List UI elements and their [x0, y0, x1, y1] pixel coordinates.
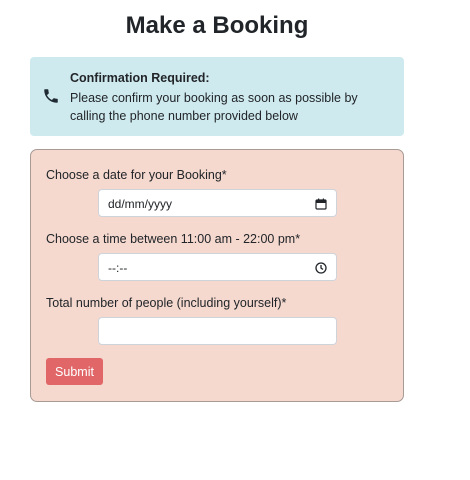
time-input[interactable]: --:--: [98, 253, 337, 281]
booking-form: Choose a date for your Booking* dd/mm/yy…: [30, 149, 404, 402]
date-placeholder: dd/mm/yyyy: [108, 197, 173, 211]
people-input[interactable]: [98, 317, 337, 345]
clock-icon[interactable]: [315, 261, 327, 274]
confirmation-alert: Confirmation Required: Please confirm yo…: [30, 57, 404, 136]
date-input[interactable]: dd/mm/yyyy: [98, 189, 337, 217]
submit-button[interactable]: Submit: [46, 358, 103, 385]
phone-icon: [42, 87, 60, 105]
page-title: Make a Booking: [125, 12, 309, 39]
alert-message: Please confirm your booking as soon as p…: [70, 91, 358, 123]
time-placeholder: --:--: [108, 261, 128, 275]
date-label: Choose a date for your Booking*: [46, 168, 227, 182]
alert-heading: Confirmation Required:: [70, 71, 210, 85]
calendar-icon[interactable]: [315, 197, 327, 210]
people-label: Total number of people (including yourse…: [46, 296, 287, 310]
time-label: Choose a time between 11:00 am - 22:00 p…: [46, 232, 301, 246]
